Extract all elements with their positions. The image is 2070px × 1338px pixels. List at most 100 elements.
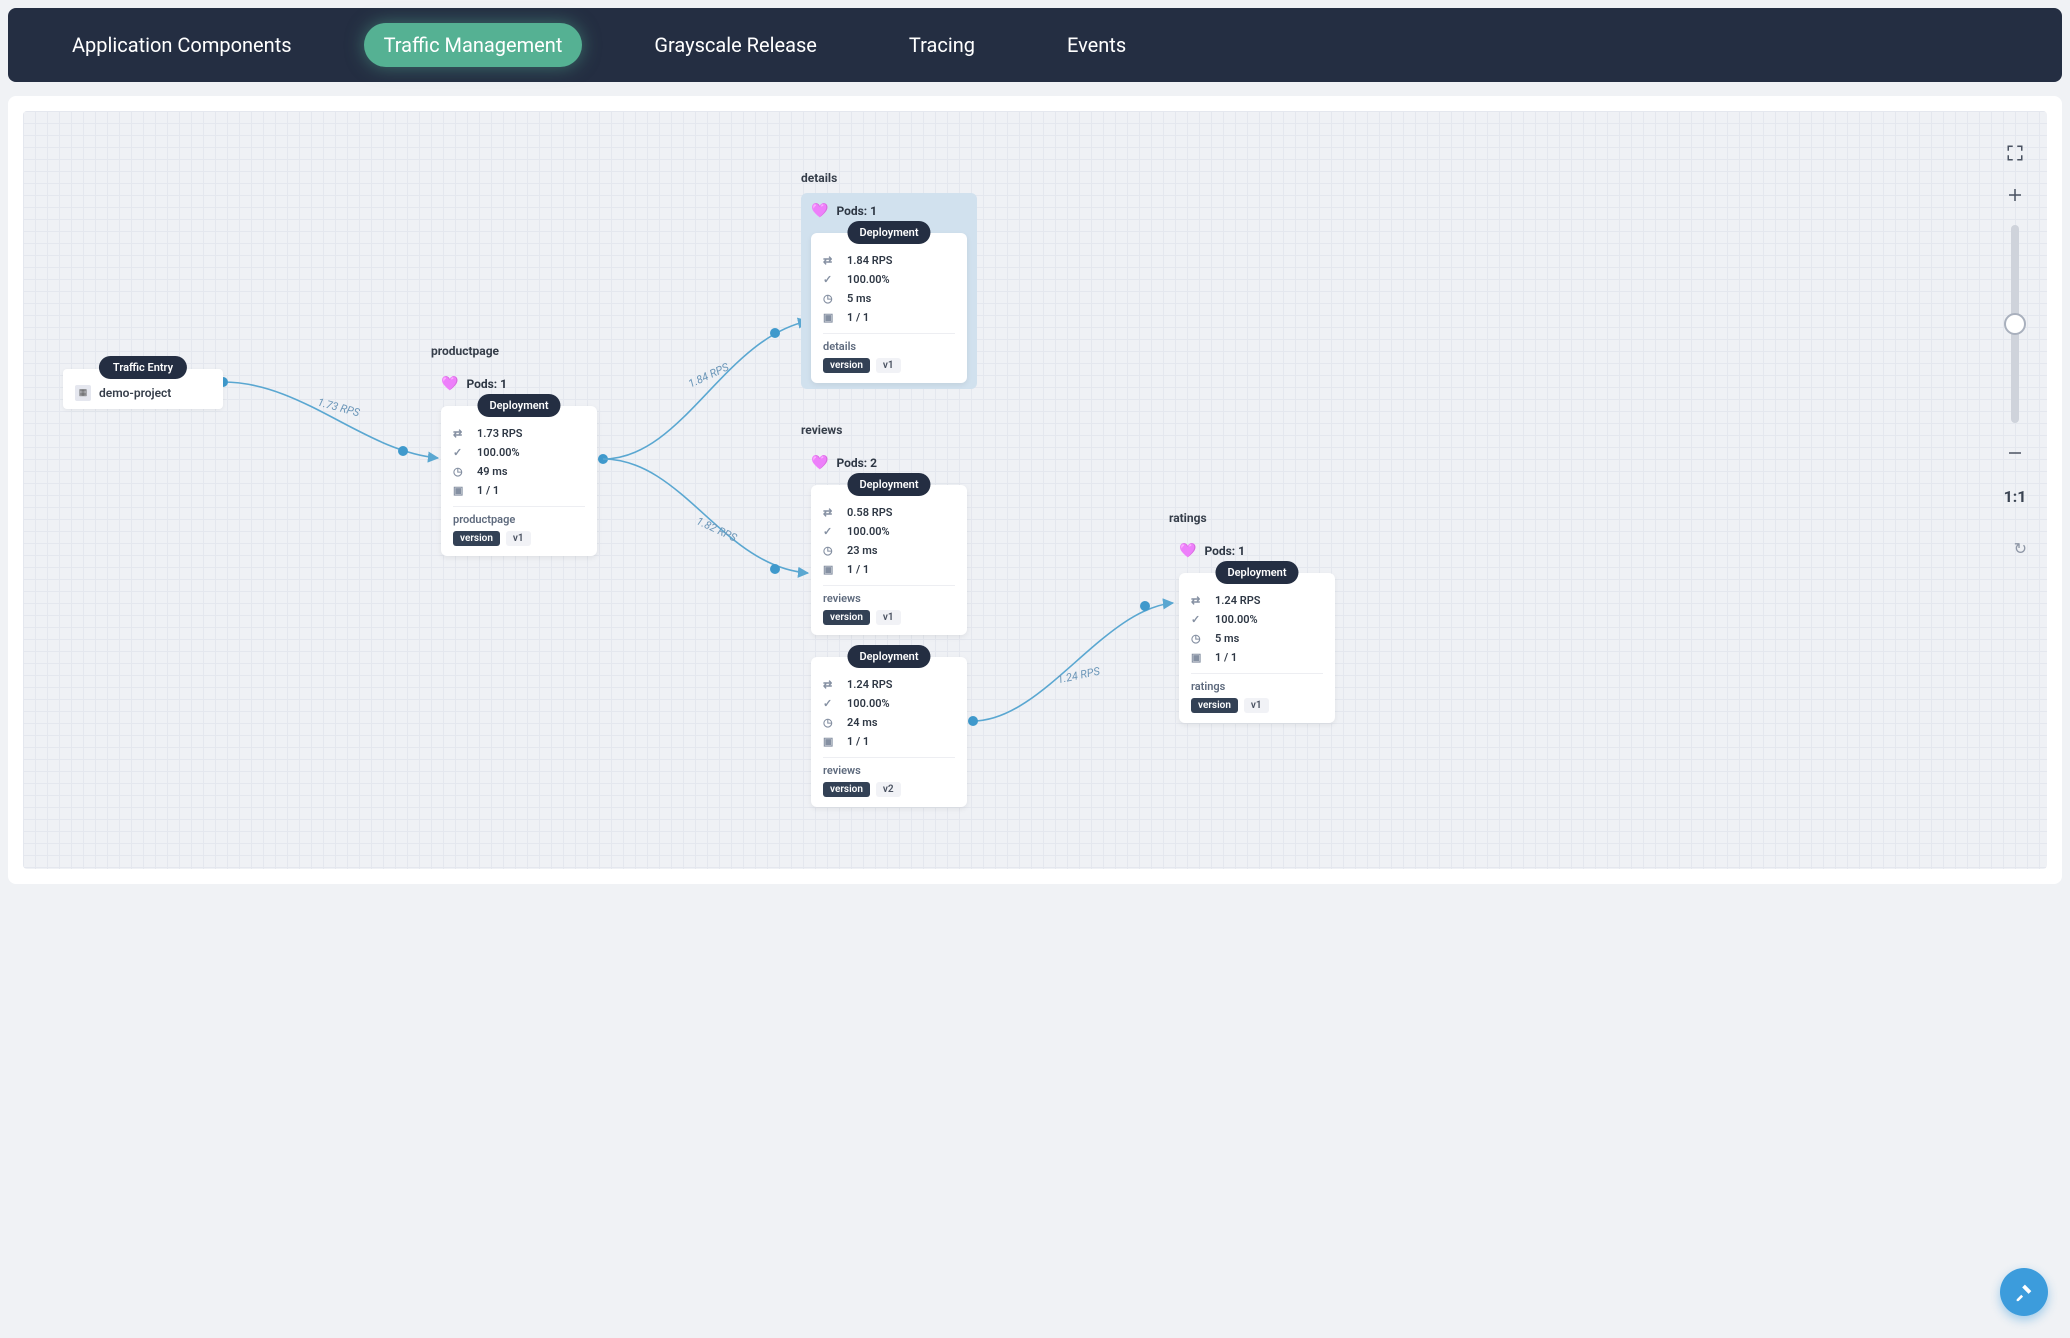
metric-success: 100.00% (1215, 613, 1258, 626)
metric-rps: 1.24 RPS (847, 678, 892, 691)
top-nav: Application Components Traffic Managemen… (8, 8, 2062, 82)
edge-label: 1.84 RPS (686, 360, 731, 390)
metric-success: 100.00% (847, 525, 890, 538)
heart-icon: 💚 (811, 203, 828, 219)
pod-icon: ▣ (1191, 651, 1205, 664)
deployment-card[interactable]: Deployment ⇄0.58 RPS ✓100.00% ◷23 ms ▣1 … (811, 485, 967, 635)
service-reviews[interactable]: reviews 💚 Pods: 2 Deployment ⇄0.58 RPS ✓… (801, 423, 977, 813)
service-details[interactable]: details 💚 Pods: 1 Deployment ⇄ 1.84 RPS ✓… (801, 171, 977, 389)
pods-count: Pods: 1 (466, 377, 507, 391)
tag-key: version (1191, 698, 1238, 713)
metric-latency: 49 ms (477, 465, 508, 478)
hammer-icon (2013, 1281, 2035, 1303)
clock-icon: ◷ (823, 544, 837, 557)
edge-layer (23, 111, 2047, 869)
refresh-button[interactable]: ↻ (2014, 539, 2027, 558)
topology-canvas[interactable]: 1.73 RPS 1.84 RPS 1.82 RPS 1.24 RPS Traf… (23, 111, 2047, 869)
metric-rps: 1.84 RPS (847, 254, 892, 267)
zoom-slider[interactable] (2011, 225, 2019, 423)
deployment-pill: Deployment (847, 645, 930, 668)
check-icon: ✓ (823, 525, 837, 538)
deployment-name: reviews (823, 592, 955, 605)
metric-latency: 24 ms (847, 716, 878, 729)
zoom-ratio[interactable]: 1:1 (2004, 487, 2027, 506)
deployment-card[interactable]: Deployment ⇄1.24 RPS ✓100.00% ◷24 ms ▣1 … (811, 657, 967, 807)
tag-val: v1 (876, 610, 901, 625)
rps-icon: ⇄ (453, 427, 467, 440)
pod-icon: ▣ (823, 311, 837, 324)
tag-key: version (453, 531, 500, 546)
service-title: reviews (801, 423, 977, 437)
check-icon: ✓ (823, 697, 837, 710)
deployment-name: details (823, 340, 955, 353)
pods-count: Pods: 1 (1204, 544, 1245, 558)
pod-icon: ▣ (823, 735, 837, 748)
project-name: demo-project (99, 386, 171, 400)
fab-button[interactable] (2000, 1268, 2048, 1316)
tag-val: v1 (876, 358, 901, 373)
deployment-name: ratings (1191, 680, 1323, 693)
fullscreen-button[interactable] (2003, 141, 2027, 165)
tab-application-components[interactable]: Application Components (52, 23, 312, 67)
metric-success: 100.00% (847, 697, 890, 710)
rps-icon: ⇄ (823, 506, 837, 519)
traffic-entry-pill: Traffic Entry (99, 356, 187, 379)
tab-events[interactable]: Events (1047, 23, 1146, 67)
metric-latency: 23 ms (847, 544, 878, 557)
deployment-pill: Deployment (847, 221, 930, 244)
deployment-card[interactable]: Deployment ⇄1.24 RPS ✓100.00% ◷5 ms ▣1 /… (1179, 573, 1335, 723)
pod-icon: ▣ (823, 563, 837, 576)
deployment-pill: Deployment (847, 473, 930, 496)
edge-label: 1.24 RPS (1056, 665, 1101, 687)
service-productpage[interactable]: productpage 💚 Pods: 1 Deployment ⇄ 1.73 R… (431, 344, 607, 562)
zoom-out-button[interactable] (2003, 441, 2027, 465)
pods-count: Pods: 2 (836, 456, 877, 470)
project-icon: ▦ (75, 385, 91, 401)
service-title: productpage (431, 344, 607, 358)
metric-latency: 5 ms (847, 292, 871, 305)
rps-icon: ⇄ (1191, 594, 1205, 607)
check-icon: ✓ (1191, 613, 1205, 626)
metric-rps: 1.24 RPS (1215, 594, 1260, 607)
metric-success: 100.00% (847, 273, 890, 286)
clock-icon: ◷ (823, 292, 837, 305)
clock-icon: ◷ (453, 465, 467, 478)
tag-key: version (823, 610, 870, 625)
tab-traffic-management[interactable]: Traffic Management (364, 23, 583, 67)
tab-tracing[interactable]: Tracing (889, 23, 995, 67)
zoom-in-button[interactable] (2003, 183, 2027, 207)
metric-replicas: 1 / 1 (847, 311, 869, 324)
service-title: ratings (1169, 511, 1345, 525)
deployment-pill: Deployment (477, 394, 560, 417)
edge-label: 1.73 RPS (316, 396, 361, 420)
traffic-entry-node[interactable]: Traffic Entry ▦ demo-project (63, 356, 223, 409)
tag-val: v2 (876, 782, 901, 797)
service-title: details (801, 171, 977, 185)
pod-icon: ▣ (453, 484, 467, 497)
edge-label: 1.82 RPS (694, 514, 739, 544)
rps-icon: ⇄ (823, 254, 837, 267)
tag-val: v1 (506, 531, 531, 546)
clock-icon: ◷ (823, 716, 837, 729)
metric-success: 100.00% (477, 446, 520, 459)
heart-icon: 💚 (441, 376, 458, 392)
metric-rps: 1.73 RPS (477, 427, 522, 440)
service-ratings[interactable]: ratings 💚 Pods: 1 Deployment ⇄ 1.24 RPS ✓… (1169, 511, 1345, 729)
tag-key: version (823, 782, 870, 797)
deployment-pill: Deployment (1215, 561, 1298, 584)
tag-val: v1 (1244, 698, 1269, 713)
check-icon: ✓ (823, 273, 837, 286)
deployment-card[interactable]: Deployment ⇄1.73 RPS ✓100.00% ◷49 ms ▣1 … (441, 406, 597, 556)
metric-replicas: 1 / 1 (847, 563, 869, 576)
heart-icon: 💚 (811, 455, 828, 471)
zoom-slider-thumb[interactable] (2004, 313, 2026, 335)
rps-icon: ⇄ (823, 678, 837, 691)
metric-latency: 5 ms (1215, 632, 1239, 645)
tab-grayscale-release[interactable]: Grayscale Release (634, 23, 837, 67)
heart-icon: 💚 (1179, 543, 1196, 559)
metric-replicas: 1 / 1 (1215, 651, 1237, 664)
metric-replicas: 1 / 1 (847, 735, 869, 748)
deployment-card[interactable]: Deployment ⇄1.84 RPS ✓100.00% ◷5 ms ▣1 /… (811, 233, 967, 383)
pods-count: Pods: 1 (836, 204, 877, 218)
deployment-name: productpage (453, 513, 585, 526)
